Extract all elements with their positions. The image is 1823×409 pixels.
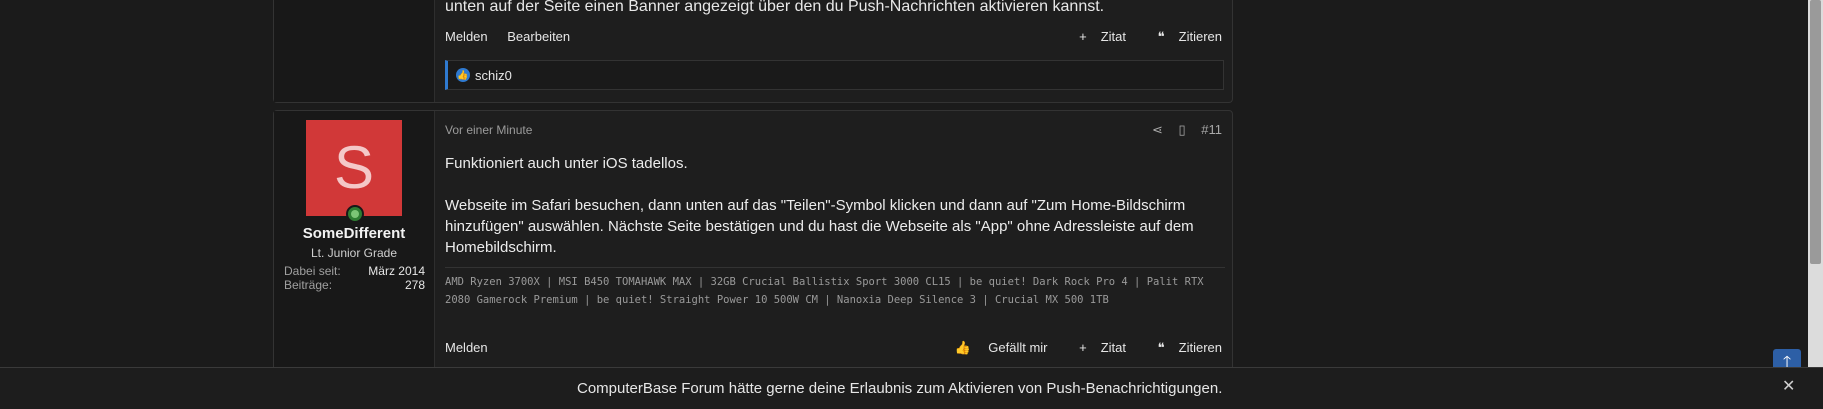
stat-posts: Beiträge: 278 — [284, 278, 425, 292]
stat-label: Dabei seit: — [284, 264, 341, 278]
avatar[interactable]: S — [306, 120, 402, 216]
plus-icon: + — [1079, 29, 1087, 44]
edit-link[interactable]: Bearbeiten — [507, 29, 570, 44]
cite-button[interactable]: ❝ Zitieren — [1144, 340, 1222, 355]
post-timestamp[interactable]: Vor einer Minute — [445, 123, 532, 137]
reactions-bar[interactable]: 👍 schiz0 — [445, 60, 1224, 90]
cite-button[interactable]: ❝ Zitieren — [1144, 29, 1222, 44]
quote-icon: ❝ — [1157, 29, 1165, 44]
forum-post: S SomeDifferent Lt. Junior Grade Dabei s… — [273, 110, 1233, 409]
post-paragraph: Webseite im Safari besuchen, dann unten … — [445, 197, 1194, 256]
report-link[interactable]: Melden — [445, 340, 488, 355]
push-banner-text[interactable]: ComputerBase Forum hätte gerne deine Erl… — [577, 380, 1222, 397]
user-title: Lt. Junior Grade — [310, 246, 398, 260]
forum-page: unten auf der Seite einen Banner angezei… — [0, 0, 1823, 409]
quote-label: Zitat — [1100, 29, 1127, 44]
report-link[interactable]: Melden — [445, 29, 488, 44]
previous-post-user-column — [274, 0, 435, 102]
cite-label: Zitieren — [1178, 340, 1222, 355]
push-notification-banner[interactable]: ComputerBase Forum hätte gerne deine Erl… — [0, 367, 1823, 409]
quote-icon: ❝ — [1157, 340, 1165, 355]
post-paragraph: Funktioniert auch unter iOS tadellos. — [445, 155, 688, 172]
post-tools: ⋖ ▯ #11 — [1140, 122, 1222, 138]
quote-button[interactable]: + Zitat — [1065, 29, 1126, 44]
thumbs-up-icon: 👍 — [456, 68, 470, 82]
cite-label: Zitieren — [1178, 29, 1222, 44]
stat-value[interactable]: 278 — [405, 278, 425, 292]
previous-post: unten auf der Seite einen Banner angezei… — [273, 0, 1233, 103]
online-status-icon — [346, 205, 364, 223]
thumbs-up-icon: 👍 — [954, 340, 971, 355]
like-label: Gefällt mir — [988, 340, 1048, 355]
post-user-column: S SomeDifferent Lt. Junior Grade Dabei s… — [274, 111, 435, 409]
post-actions: Melden 👍 Gefällt mir + Zitat ❝ Zitieren — [445, 340, 1222, 360]
scrollbar-thumb[interactable] — [1810, 0, 1821, 264]
stat-value: März 2014 — [368, 264, 425, 278]
plus-icon: + — [1079, 340, 1087, 355]
previous-post-text: unten auf der Seite einen Banner angezei… — [445, 0, 1105, 15]
post-body: Funktioniert auch unter iOS tadellos. We… — [445, 153, 1225, 279]
share-icon[interactable]: ⋖ — [1152, 122, 1163, 137]
stat-label: Beiträge: — [284, 278, 333, 292]
stat-joined: Dabei seit: März 2014 — [284, 264, 425, 278]
close-icon[interactable]: ✕ — [1782, 376, 1795, 396]
like-button[interactable]: 👍 Gefällt mir — [940, 340, 1047, 355]
signature: AMD Ryzen 3700X | MSI B450 TOMAHAWK MAX … — [445, 267, 1225, 309]
quote-label: Zitat — [1100, 340, 1127, 355]
username[interactable]: SomeDifferent — [274, 225, 434, 242]
previous-post-actions: Melden Bearbeiten + Zitat ❝ Zitieren — [445, 29, 1222, 49]
quote-button[interactable]: + Zitat — [1065, 340, 1126, 355]
bookmark-icon[interactable]: ▯ — [1178, 122, 1185, 137]
reaction-user[interactable]: schiz0 — [475, 68, 512, 83]
post-number[interactable]: #11 — [1201, 122, 1222, 137]
